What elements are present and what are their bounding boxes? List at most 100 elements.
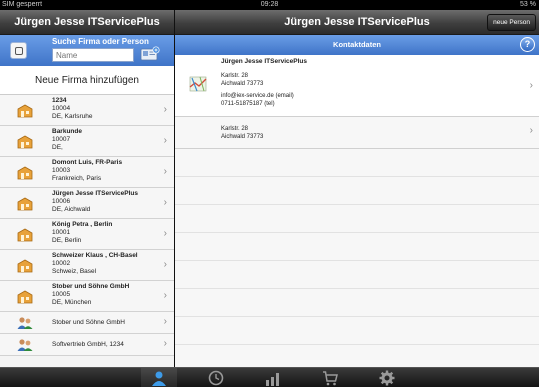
company-list: 1234 10004 DE, Karlsruhe › Barkunde 1000… [0, 95, 174, 356]
battery-text: 53 % [520, 1, 536, 8]
chevron-right-icon: › [163, 166, 167, 177]
contact-phone: 0711-51875187 (tel) [221, 100, 275, 107]
company-list-item[interactable]: König Petra , Berlin 10001 DE, Berlin › [0, 219, 174, 250]
left-title: Jürgen Jesse ITServicePlus [14, 16, 160, 28]
person-icon [152, 371, 166, 386]
home-icon[interactable] [10, 42, 27, 59]
contact-detail-pane: Kontaktdaten ? Jürgen Jesse ITServicePlu… [175, 35, 539, 367]
status-bar: SIM gesperrt 09:28 53 % [0, 0, 539, 10]
chevron-right-icon: › [529, 80, 533, 91]
chevron-right-icon: › [163, 135, 167, 146]
company-icon [17, 104, 33, 118]
company-list-item[interactable]: Domont Luis, FR-Paris 10003 Frankreich, … [0, 157, 174, 188]
company-info: Barkunde 10007 DE, [52, 128, 82, 152]
chevron-right-icon: › [163, 104, 167, 115]
address-street: Karlstr. 28 [221, 126, 249, 132]
right-title-bar: Jürgen Jesse ITServicePlus neue Person [175, 10, 539, 35]
address-text: Karlstr. 28 Aichwald 73773 [221, 126, 263, 141]
contact-name: Jürgen Jesse ITServicePlus [221, 58, 307, 67]
company-name: Jürgen Jesse ITServicePlus [52, 190, 138, 197]
company-name: 1234 [52, 97, 67, 104]
company-name: Domont Luis, FR-Paris [52, 159, 123, 166]
clock-icon [208, 370, 224, 386]
company-location: DE, [52, 144, 63, 151]
company-location: Frankreich, Paris [52, 175, 102, 182]
chevron-right-icon: › [163, 259, 167, 270]
company-list-pane: Suche Firma oder Person Neue Firma hinzu… [0, 35, 174, 367]
search-panel: Suche Firma oder Person [0, 35, 174, 66]
right-title: Jürgen Jesse ITServicePlus [284, 16, 430, 28]
company-info: Stober und Söhne GmbH 10005 DE, München [52, 283, 129, 307]
company-location: DE, München [52, 299, 92, 306]
company-number: 10003 [52, 167, 71, 174]
company-info: Jürgen Jesse ITServicePlus 10006 DE, Aic… [52, 190, 138, 214]
address-row[interactable]: Karlstr. 28 Aichwald 73773 › [175, 117, 539, 149]
address-city: Aichwald 73773 [221, 133, 264, 140]
company-info: 1234 10004 DE, Karlsruhe [52, 97, 92, 121]
clock-text: 09:28 [260, 1, 279, 8]
company-icon [17, 259, 33, 273]
chevron-right-icon: › [163, 228, 167, 239]
company-number: 10002 [52, 260, 71, 267]
company-list-item[interactable]: 1234 10004 DE, Karlsruhe › [0, 95, 174, 126]
contact-name-text: Jürgen Jesse ITServicePlus [221, 58, 307, 65]
business-card-icon[interactable] [140, 46, 160, 61]
company-list-item[interactable]: Stober und Söhne GmbH 10005 DE, München … [0, 281, 174, 312]
company-name: König Petra , Berlin [52, 221, 113, 228]
new-person-button[interactable]: neue Person [487, 14, 536, 31]
company-number: 10007 [52, 136, 71, 143]
company-name: Schweizer Klaus , CH-Basel [52, 252, 138, 259]
company-number: 10001 [52, 229, 71, 236]
contact-section-header: Kontaktdaten ? [175, 35, 539, 55]
person-list-item[interactable]: Stober und Söhne GmbH › [0, 312, 174, 334]
company-info: König Petra , Berlin 10001 DE, Berlin [52, 221, 112, 245]
cart-icon [323, 371, 338, 386]
person-label: Stober und Söhne GmbH [52, 319, 125, 326]
search-input[interactable] [52, 48, 134, 62]
chevron-right-icon: › [529, 125, 533, 136]
tab-orders[interactable] [312, 368, 348, 387]
contact-card[interactable]: Jürgen Jesse ITServicePlus Karlstr. 28 A… [175, 55, 539, 117]
company-number: 10006 [52, 198, 71, 205]
help-icon[interactable]: ? [520, 37, 535, 52]
company-info: Domont Luis, FR-Paris 10003 Frankreich, … [52, 159, 122, 183]
company-icon [17, 290, 33, 304]
company-icon [17, 166, 33, 180]
company-name: Barkunde [52, 128, 82, 135]
tab-bar [0, 367, 539, 387]
person-group-icon [17, 317, 33, 329]
company-icon [17, 135, 33, 149]
tab-history[interactable] [198, 368, 234, 387]
chevron-right-icon: › [163, 316, 167, 327]
company-list-item[interactable]: Schweizer Klaus , CH-Basel 10002 Schweiz… [0, 250, 174, 281]
map-icon [189, 76, 207, 92]
tab-persons[interactable] [141, 368, 177, 387]
company-name: Stober und Söhne GmbH [52, 283, 130, 290]
company-location: Schweiz, Basel [52, 268, 97, 275]
person-list-item[interactable]: Softvertrieb GmbH, 1234 › [0, 334, 174, 356]
tab-statistics[interactable] [255, 368, 291, 387]
add-company-button[interactable]: Neue Firma hinzufügen [0, 66, 174, 95]
company-icon [17, 197, 33, 211]
company-location: DE, Berlin [52, 237, 82, 244]
person-label: Softvertrieb GmbH, 1234 [52, 341, 124, 348]
contact-city: Aichwald 73773 [221, 80, 264, 87]
company-info: Schweizer Klaus , CH-Basel 10002 Schweiz… [52, 252, 138, 276]
company-number: 10005 [52, 291, 71, 298]
tab-settings[interactable] [369, 368, 405, 387]
contact-street: Karlstr. 28 [221, 73, 249, 79]
contact-address: Karlstr. 28 Aichwald 73773 [221, 73, 263, 88]
search-title: Suche Firma oder Person [52, 37, 149, 46]
chevron-right-icon: › [163, 197, 167, 208]
chevron-right-icon: › [163, 290, 167, 301]
contact-communication: info@iex-service.de (email) 0711-5187518… [221, 93, 294, 108]
contact-email: info@iex-service.de (email) [221, 93, 294, 99]
person-group-icon [17, 339, 33, 351]
company-location: DE, Karlsruhe [52, 113, 93, 120]
company-list-item[interactable]: Jürgen Jesse ITServicePlus 10006 DE, Aic… [0, 188, 174, 219]
contact-section-title: Kontaktdaten [333, 40, 381, 49]
left-title-bar: Jürgen Jesse ITServicePlus [0, 10, 174, 35]
company-list-item[interactable]: Barkunde 10007 DE, › [0, 126, 174, 157]
chevron-right-icon: › [163, 338, 167, 349]
company-number: 10004 [52, 105, 71, 112]
